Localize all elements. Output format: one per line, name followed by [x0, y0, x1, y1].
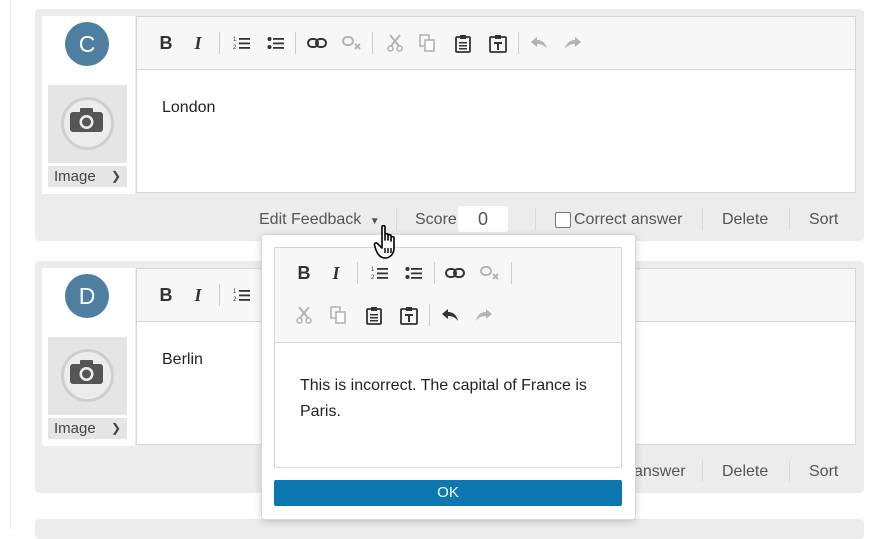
copy-icon[interactable]	[414, 30, 440, 56]
image-select-label: Image	[54, 168, 96, 185]
undo-icon[interactable]	[526, 30, 552, 56]
feedback-popup: B I 12 This is incorrect. The capital of…	[261, 234, 636, 520]
paste-text-icon[interactable]	[396, 302, 422, 328]
svg-text:2: 2	[371, 275, 375, 281]
bold-icon[interactable]: B	[291, 260, 317, 286]
unlink-icon[interactable]	[477, 260, 503, 286]
score-input[interactable]: 0	[458, 206, 508, 232]
cut-icon[interactable]	[382, 30, 408, 56]
edit-feedback-label: Edit Feedback	[259, 211, 362, 228]
answer-letter-badge: C	[65, 22, 109, 66]
answer-left-column: C Image ❯	[42, 16, 135, 194]
chevron-down-icon: ❯	[110, 421, 121, 435]
correct-answer-label[interactable]: answer	[634, 463, 686, 481]
hand-pointer-icon	[373, 224, 395, 259]
svg-text:1: 1	[371, 267, 375, 273]
page-left-rule	[10, 0, 11, 529]
answer-text: London	[162, 99, 216, 116]
image-select[interactable]: Image ❯	[48, 166, 127, 187]
bullet-list-icon[interactable]	[263, 30, 289, 56]
delete-button[interactable]: Delete	[722, 211, 768, 229]
score-label: Score	[415, 211, 457, 228]
ok-button[interactable]: OK	[274, 480, 622, 506]
italic-icon[interactable]: I	[323, 260, 349, 286]
redo-icon[interactable]	[560, 30, 586, 56]
paste-icon[interactable]	[361, 302, 387, 328]
image-placeholder[interactable]	[48, 85, 127, 163]
answer-letter-badge: D	[65, 274, 109, 318]
correct-answer-checkbox[interactable]	[555, 212, 571, 228]
copy-icon[interactable]	[325, 302, 351, 328]
numbered-list-icon[interactable]: 12	[229, 30, 255, 56]
unlink-icon[interactable]	[339, 30, 365, 56]
camera-icon	[70, 360, 103, 384]
image-select[interactable]: Image ❯	[48, 418, 127, 439]
numbered-list-icon[interactable]: 12	[229, 282, 255, 308]
undo-icon[interactable]	[437, 302, 463, 328]
camera-icon	[70, 108, 103, 132]
cut-icon[interactable]	[291, 302, 317, 328]
svg-text:1: 1	[233, 37, 237, 43]
image-select-label: Image	[54, 420, 96, 437]
feedback-editor[interactable]: B I 12 This is incorrect. The capital of…	[274, 247, 622, 468]
answer-left-column: D Image ❯	[42, 268, 135, 446]
numbered-list-icon[interactable]: 12	[367, 260, 393, 286]
answer-card-e	[35, 519, 864, 539]
svg-text:2: 2	[233, 45, 237, 51]
svg-text:2: 2	[233, 297, 237, 303]
bold-icon[interactable]: B	[153, 30, 179, 56]
editor-toolbar: B I 12	[137, 17, 855, 70]
redo-icon[interactable]	[471, 302, 497, 328]
sort-button[interactable]: Sort	[809, 211, 838, 229]
edit-feedback-link[interactable]: Edit Feedback ▼	[259, 211, 380, 229]
paste-icon[interactable]	[450, 30, 476, 56]
italic-icon[interactable]: I	[185, 282, 211, 308]
link-icon[interactable]	[442, 260, 468, 286]
image-placeholder[interactable]	[48, 337, 127, 415]
answer-card-c: C Image ❯ B I 12 London Edit Feedback ▼ …	[35, 9, 864, 241]
italic-icon[interactable]: I	[185, 30, 211, 56]
delete-button[interactable]: Delete	[722, 463, 768, 481]
answer-editor[interactable]: B I 12 London	[136, 16, 856, 193]
link-icon[interactable]	[304, 30, 330, 56]
bullet-list-icon[interactable]	[401, 260, 427, 286]
sort-button[interactable]: Sort	[809, 463, 838, 481]
bold-icon[interactable]: B	[153, 282, 179, 308]
svg-text:1: 1	[233, 289, 237, 295]
feedback-editor-toolbar: B I 12	[275, 248, 621, 343]
correct-answer-label[interactable]: Correct answer	[574, 211, 682, 229]
answer-text: Berlin	[162, 351, 203, 368]
chevron-down-icon: ❯	[110, 169, 121, 183]
feedback-text: This is incorrect. The capital of France…	[300, 377, 587, 420]
paste-text-icon[interactable]	[485, 30, 511, 56]
